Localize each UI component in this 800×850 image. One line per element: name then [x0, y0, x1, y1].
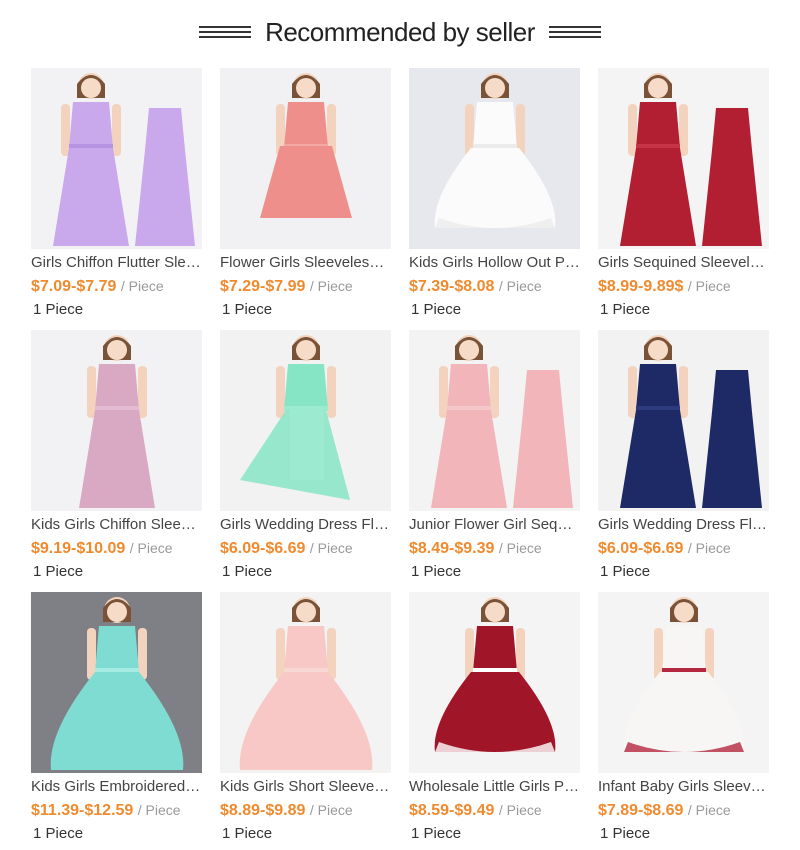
product-price: $7.39-$8.08: [409, 278, 495, 295]
product-title[interactable]: Infant Baby Girls Sleeveless Dress: [598, 777, 769, 797]
min-order-quantity: 1 Piece: [600, 301, 651, 318]
price-unit: / Piece: [309, 540, 353, 556]
product-image[interactable]: [220, 592, 391, 773]
price-unit: / Piece: [498, 540, 542, 556]
header-decoration-right: [548, 25, 601, 39]
product-title[interactable]: Girls Wedding Dress Flower Romper: [220, 515, 391, 535]
product-price: $8.99-9.89$: [598, 278, 684, 295]
product-title[interactable]: Kids Girls Hollow Out Princess Dress: [409, 253, 580, 273]
product-card[interactable]: Kids Girls Embroidered Tulle Dress $11.3…: [31, 592, 202, 844]
product-card[interactable]: Girls Sequined Sleeveless Lace Dress $8.…: [598, 68, 769, 320]
product-image[interactable]: [598, 330, 769, 511]
min-order-quantity: 1 Piece: [33, 563, 84, 580]
min-order-quantity: 1 Piece: [222, 825, 273, 842]
price-line: $7.09-$7.79 / Piece: [31, 276, 202, 296]
price-line: $11.39-$12.59 / Piece: [31, 800, 202, 820]
min-order-quantity: 1 Piece: [222, 563, 273, 580]
price-unit: / Piece: [687, 540, 731, 556]
product-title[interactable]: Kids Girls Short Sleeve Satin Dress: [220, 777, 391, 797]
product-card[interactable]: Wholesale Little Girls Party Dress $8.59…: [409, 592, 580, 844]
product-card[interactable]: Kids Girls Chiffon Sleeveless Dress $9.1…: [31, 330, 202, 582]
price-unit: / Piece: [687, 802, 731, 818]
min-order-quantity: 1 Piece: [33, 301, 84, 318]
min-order-quantity: 1 Piece: [33, 825, 84, 842]
product-image[interactable]: [220, 68, 391, 249]
product-title[interactable]: Junior Flower Girl Sequin Dress: [409, 515, 580, 535]
price-line: $8.99-9.89$ / Piece: [598, 276, 769, 296]
product-image[interactable]: [598, 68, 769, 249]
price-line: $8.59-$9.49 / Piece: [409, 800, 580, 820]
product-card[interactable]: Girls Chiffon Flutter Sleeve Maxi Dress …: [31, 68, 202, 320]
product-card[interactable]: Junior Flower Girl Sequin Dress $8.49-$9…: [409, 330, 580, 582]
product-price: $9.19-$10.09: [31, 540, 126, 557]
product-price: $6.09-$6.69: [220, 540, 306, 557]
price-line: $6.09-$6.69 / Piece: [598, 538, 769, 558]
price-line: $8.89-$9.89 / Piece: [220, 800, 391, 820]
price-unit: / Piece: [137, 802, 181, 818]
product-card[interactable]: Flower Girls Sleeveless Lace Dress $7.29…: [220, 68, 391, 320]
price-unit: / Piece: [309, 802, 353, 818]
min-order-quantity: 1 Piece: [222, 301, 273, 318]
product-card[interactable]: Girls Wedding Dress Flower Romper $6.09-…: [220, 330, 391, 582]
product-image[interactable]: [409, 592, 580, 773]
product-price: $11.39-$12.59: [31, 802, 134, 819]
product-image[interactable]: [409, 68, 580, 249]
product-price: $7.09-$7.79: [31, 278, 117, 295]
product-image[interactable]: [220, 330, 391, 511]
price-line: $8.49-$9.39 / Piece: [409, 538, 580, 558]
price-unit: / Piece: [498, 802, 542, 818]
product-image[interactable]: [409, 330, 580, 511]
product-title[interactable]: Kids Girls Chiffon Sleeveless Dress: [31, 515, 202, 535]
product-price: $8.89-$9.89: [220, 802, 306, 819]
min-order-quantity: 1 Piece: [411, 301, 462, 318]
price-unit: / Piece: [120, 278, 164, 294]
product-grid: Girls Chiffon Flutter Sleeve Maxi Dress …: [31, 68, 769, 844]
header-decoration-left: [199, 25, 252, 39]
product-image[interactable]: [598, 592, 769, 773]
product-price: $8.59-$9.49: [409, 802, 495, 819]
section-title: Recommended by seller: [265, 16, 535, 47]
min-order-quantity: 1 Piece: [600, 825, 651, 842]
price-line: $6.09-$6.69 / Piece: [220, 538, 391, 558]
product-card[interactable]: Kids Girls Hollow Out Princess Dress $7.…: [409, 68, 580, 320]
price-line: $7.29-$7.99 / Piece: [220, 276, 391, 296]
price-unit: / Piece: [687, 278, 731, 294]
min-order-quantity: 1 Piece: [600, 563, 651, 580]
product-price: $7.29-$7.99: [220, 278, 306, 295]
product-price: $7.89-$8.69: [598, 802, 684, 819]
product-title[interactable]: Girls Chiffon Flutter Sleeve Maxi Dress: [31, 253, 202, 273]
product-title[interactable]: Girls Sequined Sleeveless Lace Dress: [598, 253, 769, 273]
product-card[interactable]: Infant Baby Girls Sleeveless Dress $7.89…: [598, 592, 769, 844]
product-image[interactable]: [31, 68, 202, 249]
product-card[interactable]: Kids Girls Short Sleeve Satin Dress $8.8…: [220, 592, 391, 844]
price-line: $9.19-$10.09 / Piece: [31, 538, 202, 558]
product-card[interactable]: Girls Wedding Dress Flower Romper $6.09-…: [598, 330, 769, 582]
price-line: $7.39-$8.08 / Piece: [409, 276, 580, 296]
product-price: $8.49-$9.39: [409, 540, 495, 557]
price-unit: / Piece: [498, 278, 542, 294]
product-title[interactable]: Wholesale Little Girls Party Dress: [409, 777, 580, 797]
product-title[interactable]: Girls Wedding Dress Flower Romper: [598, 515, 769, 535]
min-order-quantity: 1 Piece: [411, 563, 462, 580]
price-line: $7.89-$8.69 / Piece: [598, 800, 769, 820]
product-title[interactable]: Kids Girls Embroidered Tulle Dress: [31, 777, 202, 797]
price-unit: / Piece: [129, 540, 173, 556]
min-order-quantity: 1 Piece: [411, 825, 462, 842]
section-header: Recommended by seller: [0, 12, 800, 52]
price-unit: / Piece: [309, 278, 353, 294]
product-title[interactable]: Flower Girls Sleeveless Lace Dress: [220, 253, 391, 273]
product-price: $6.09-$6.69: [598, 540, 684, 557]
product-image[interactable]: [31, 592, 202, 773]
product-image[interactable]: [31, 330, 202, 511]
